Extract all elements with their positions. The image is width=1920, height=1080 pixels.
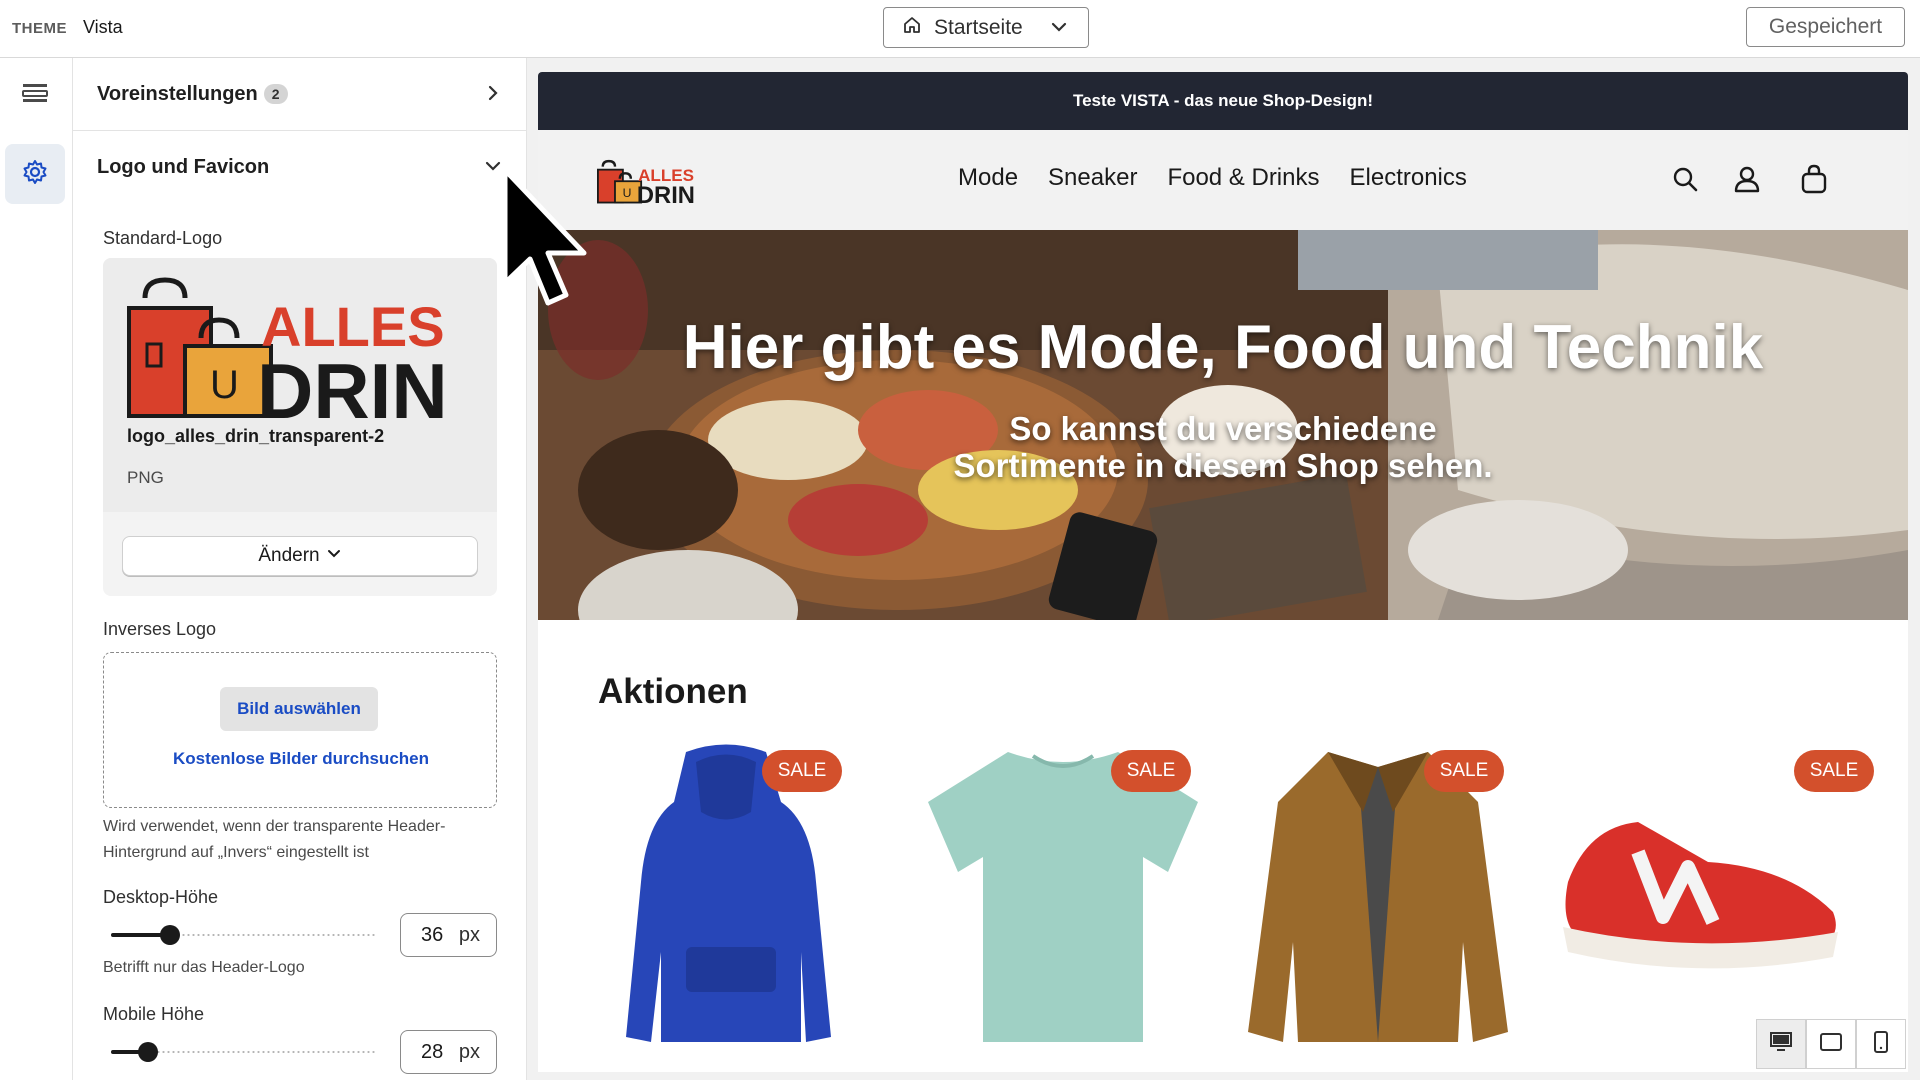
chevron-down-icon — [485, 157, 501, 180]
desktop-height-label: Desktop-Höhe — [103, 887, 219, 907]
tablet-icon — [1819, 1032, 1843, 1057]
saved-button[interactable]: Gespeichert — [1746, 7, 1905, 47]
icon-rail — [0, 58, 73, 1080]
sale-badge: SALE — [762, 750, 842, 792]
mouse-cursor-icon — [500, 165, 590, 320]
gear-icon — [21, 158, 49, 191]
store-header: U ALLES DRIN Mode Sneaker Food & Drinks … — [538, 130, 1908, 230]
standard-logo-card: U ALLES DRIN logo_alles_drin_transparent… — [103, 258, 497, 596]
desktop-height-slider[interactable] — [111, 925, 377, 945]
tablet-view-button[interactable] — [1806, 1019, 1856, 1069]
desktop-height-input[interactable]: 36 px — [400, 913, 497, 957]
sale-badge: SALE — [1111, 750, 1191, 792]
mobile-height-unit: px — [458, 1040, 480, 1063]
logo-preview-area[interactable]: U ALLES DRIN logo_alles_drin_transparent… — [103, 258, 497, 512]
product-card-hoodie[interactable]: SALE — [606, 742, 906, 1072]
account-icon[interactable] — [1734, 165, 1760, 198]
page-select-dropdown[interactable]: Startseite — [883, 7, 1089, 48]
inverse-logo-dropzone[interactable]: Bild auswählen Kostenlose Bilder durchsu… — [103, 652, 497, 808]
inverse-logo-label: Inverses Logo — [103, 619, 217, 639]
chevron-down-icon — [1050, 18, 1068, 42]
cart-bag-icon[interactable] — [1800, 164, 1828, 199]
product-card-tshirt[interactable]: SALE — [923, 742, 1223, 1072]
mobile-height-input[interactable]: 28 px — [400, 1030, 497, 1074]
change-logo-button[interactable]: Ändern — [122, 536, 478, 576]
presets-section-header[interactable]: Voreinstellungen 2 — [73, 58, 526, 130]
chevron-right-icon — [485, 84, 501, 107]
sections-icon — [21, 82, 49, 109]
standard-logo-label: Standard-Logo — [103, 228, 223, 248]
presets-title: Voreinstellungen — [97, 82, 258, 105]
logo-file-type: PNG — [127, 468, 164, 487]
hero-banner: Hier gibt es Mode, Food und Technik So k… — [538, 230, 1908, 620]
mobile-height-label: Mobile Höhe — [103, 1004, 205, 1024]
desktop-icon — [1769, 1031, 1793, 1058]
store-logo-word-drin: DRIN — [637, 182, 695, 208]
sections-tab[interactable] — [5, 65, 65, 125]
device-preview-toggle — [1756, 1019, 1906, 1069]
browse-free-images-link[interactable]: Kostenlose Bilder durchsuchen — [104, 749, 498, 769]
slider-thumb[interactable] — [138, 1042, 159, 1062]
desktop-height-hint: Betrifft nur das Header-Logo — [103, 959, 305, 976]
logo-section-title: Logo und Favicon — [97, 155, 270, 178]
theme-label: THEME — [12, 20, 67, 37]
slider-thumb[interactable] — [159, 925, 180, 945]
promotions-title: Aktionen — [598, 672, 748, 711]
store-logo-bag-letter: U — [623, 186, 632, 200]
chevron-down-icon — [326, 545, 342, 567]
nav-item-sneaker[interactable]: Sneaker — [1048, 164, 1137, 192]
mobile-height-value: 28 — [421, 1040, 444, 1063]
presets-count-badge: 2 — [263, 84, 288, 104]
logo-word-drin: DRIN — [257, 347, 448, 426]
theme-settings-tab[interactable] — [5, 144, 65, 204]
nav-item-food-drinks[interactable]: Food & Drinks — [1167, 164, 1319, 192]
store-preview: Teste VISTA - das neue Shop-Design! U AL… — [538, 72, 1908, 1072]
nav-item-mode[interactable]: Mode — [958, 164, 1018, 192]
sale-badge: SALE — [1794, 750, 1874, 792]
logo-bag-letter: U — [210, 363, 239, 407]
desktop-view-button[interactable] — [1756, 1019, 1806, 1069]
alles-drin-logo-image: U ALLES DRIN — [127, 277, 448, 426]
theme-name: Vista — [83, 17, 123, 37]
home-icon — [902, 15, 922, 41]
mobile-view-button[interactable] — [1856, 1019, 1906, 1069]
inverse-logo-hint: Wird verwendet, wenn der transparente He… — [103, 818, 446, 861]
product-card-jacket[interactable]: SALE — [1238, 742, 1538, 1072]
hero-subtitle: So kannst du verschiedene Sortimente in … — [953, 410, 1493, 484]
search-icon[interactable] — [1672, 166, 1698, 197]
nav-item-electronics[interactable]: Electronics — [1350, 164, 1467, 192]
mobile-icon — [1873, 1030, 1889, 1059]
change-logo-label: Ändern — [258, 545, 320, 566]
store-main-nav: Mode Sneaker Food & Drinks Electronics — [958, 164, 1467, 192]
settings-panel: Voreinstellungen 2 Logo und Favicon Stan… — [73, 58, 527, 1080]
announcement-bar: Teste VISTA - das neue Shop-Design! — [538, 72, 1908, 130]
logo-file-name: logo_alles_drin_transparent-2 — [127, 426, 385, 446]
store-logo[interactable]: U ALLES DRIN — [590, 152, 710, 208]
choose-image-button[interactable]: Bild auswählen — [220, 687, 378, 731]
desktop-height-unit: px — [458, 923, 480, 946]
desktop-height-value: 36 — [421, 923, 444, 946]
top-bar: THEME Vista Startseite Gespeichert — [0, 0, 1920, 58]
hero-title: Hier gibt es Mode, Food und Technik — [682, 313, 1764, 382]
logo-section-header[interactable]: Logo und Favicon — [73, 131, 526, 203]
mobile-height-slider[interactable] — [111, 1042, 377, 1062]
announcement-text: Teste VISTA - das neue Shop-Design! — [1072, 91, 1374, 110]
sale-badge: SALE — [1424, 750, 1504, 792]
page-select-label: Startseite — [934, 15, 1023, 39]
